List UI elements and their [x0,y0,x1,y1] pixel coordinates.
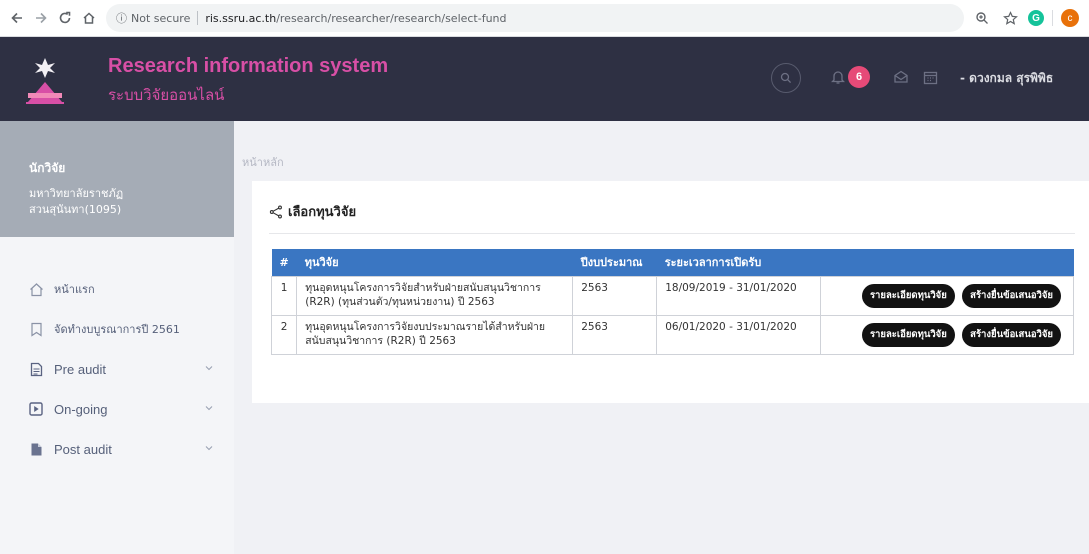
play-square-icon [28,401,44,417]
create-proposal-button[interactable]: สร้างยื่นข้อเสนอวิจัย [962,322,1061,347]
card-title: เลือกทุนวิจัย [288,205,357,220]
sidebar-item-label: On-going [54,401,108,417]
row-number: 2 [270,314,298,355]
fund-detail-button[interactable]: รายละเอียดทุนวิจัย [861,283,955,308]
sidebar-item-on-going[interactable]: On-going [0,389,234,429]
fund-name: ทุนอุดหนุนโครงการวิจัยสำหรับฝ่ายสนับสนุน… [296,275,574,316]
ssru-logo-icon[interactable] [22,54,68,106]
profile-avatar[interactable]: c [1061,9,1079,27]
browser-nav [6,7,100,29]
select-fund-card: เลือกทุนวิจัย # ทุนวิจัย ปีงบประมาณ ระยะ… [252,181,1089,403]
reload-icon[interactable] [54,7,76,29]
row-actions: รายละเอียดทุนวิจัย สร้างยื่นข้อเสนอวิจัย [820,275,1074,316]
sidebar-item-pre-audit[interactable]: Pre audit [0,349,234,389]
profile-org: มหาวิทยาลัยราชภัฏ สวนสุนันทา(1095) [29,186,234,218]
chevron-down-icon[interactable] [204,403,214,413]
notification-badge[interactable]: 6 [848,66,870,88]
open-period: 18/09/2019 - 31/01/2020 [656,275,822,316]
column-header-actions [820,249,1074,276]
bell-icon[interactable] [829,68,847,86]
calendar-icon[interactable] [921,68,939,86]
security-label: Not secure [131,11,191,25]
profile-org-line2: สวนสุนันทา(1095) [29,203,122,216]
open-period: 06/01/2020 - 31/01/2020 [656,314,822,355]
document-icon [28,361,44,377]
fund-table: # ทุนวิจัย ปีงบประมาณ ระยะเวลาการเปิดรับ… [270,249,1074,355]
home-icon[interactable] [78,7,100,29]
header-search-button[interactable] [771,63,801,93]
sidebar-item-home[interactable]: หน้าแรก [0,269,234,309]
sidebar-item-post-audit[interactable]: Post audit [0,429,234,469]
sidebar-item-label: Pre audit [54,361,107,377]
file-icon [28,441,44,457]
sidebar: นักวิจัย มหาวิทยาลัยราชภัฏ สวนสุนันทา(10… [0,121,234,554]
sidebar-item-label: หน้าแรก [54,283,95,296]
address-bar[interactable]: ⓘ Not secure ris.ssru.ac.th/research/res… [106,4,964,32]
card-header: เลือกทุนวิจัย [269,201,356,222]
fiscal-year: 2563 [572,314,658,355]
card-divider [269,233,1075,234]
column-header-fund: ทุนวิจัย [296,249,573,276]
main-content: หน้าหลัก เลือกทุนวิจัย # ทุนวิจัย ปีงบปร… [234,121,1089,554]
brand-title[interactable]: Research information system [108,55,388,78]
url-host: ris.ssru.ac.th [205,11,277,25]
fund-detail-button[interactable]: รายละเอียดทุนวิจัย [861,322,955,347]
fund-name: ทุนอุดหนุนโครงการวิจัยงบประมาณรายได้สำหร… [296,314,574,355]
mail-envelope-icon[interactable] [892,68,910,86]
home-outline-icon [28,281,44,297]
chevron-down-icon[interactable] [204,443,214,453]
sidebar-menu: หน้าแรก จัดทำงบบูรณาการปี 2561 Pre audit… [0,269,234,469]
row-actions: รายละเอียดทุนวิจัย สร้างยื่นข้อเสนอวิจัย [820,314,1074,355]
sidebar-item-label: Post audit [54,441,112,457]
profile-role: นักวิจัย [29,161,66,175]
share-icon [269,205,282,218]
sidebar-item-label: จัดทำงบบูรณาการปี 2561 [54,323,180,336]
app-header: Research information system ระบบวิจัยออน… [0,37,1089,121]
browser-toolbar: ⓘ Not secure ris.ssru.ac.th/research/res… [0,0,1089,37]
column-header-num: # [271,249,297,276]
profile-panel: นักวิจัย มหาวิทยาลัยราชภัฏ สวนสุนันทา(10… [0,121,234,237]
forward-arrow-icon[interactable] [30,7,52,29]
zoom-icon[interactable] [972,8,992,28]
info-icon[interactable]: ⓘ [116,10,127,26]
create-proposal-button[interactable]: สร้างยื่นข้อเสนอวิจัย [962,283,1061,308]
bookmark-star-icon[interactable] [1000,8,1020,28]
url-path: /research/researcher/research/select-fun… [276,11,507,25]
search-icon [780,72,792,84]
table-header-row: # ทุนวิจัย ปีงบประมาณ ระยะเวลาการเปิดรับ [271,249,1074,276]
breadcrumb[interactable]: หน้าหลัก [242,153,284,171]
table-row: 1 ทุนอุดหนุนโครงการวิจัยสำหรับฝ่ายสนับสน… [270,275,1074,316]
browser-actions: G c [972,8,1089,28]
fiscal-year: 2563 [572,275,658,316]
back-arrow-icon[interactable] [6,7,28,29]
user-name[interactable]: - ดวงกมล สุรพิพิธ [960,69,1053,88]
grammarly-extension-icon[interactable]: G [1028,10,1044,26]
bookmark-icon [28,321,44,337]
toolbar-divider [1052,10,1053,26]
brand-subtitle: ระบบวิจัยออนไลน์ [108,86,225,104]
column-header-period: ระยะเวลาการเปิดรับ [656,249,821,276]
sidebar-item-budget[interactable]: จัดทำงบบูรณาการปี 2561 [0,309,234,349]
table-row: 2 ทุนอุดหนุนโครงการวิจัยงบประมาณรายได้สำ… [270,314,1074,355]
profile-org-line1: มหาวิทยาลัยราชภัฏ [29,187,124,200]
omnibox-divider [197,11,199,25]
chevron-down-icon[interactable] [204,363,214,373]
row-number: 1 [270,275,298,316]
column-header-year: ปีงบประมาณ [572,249,657,276]
